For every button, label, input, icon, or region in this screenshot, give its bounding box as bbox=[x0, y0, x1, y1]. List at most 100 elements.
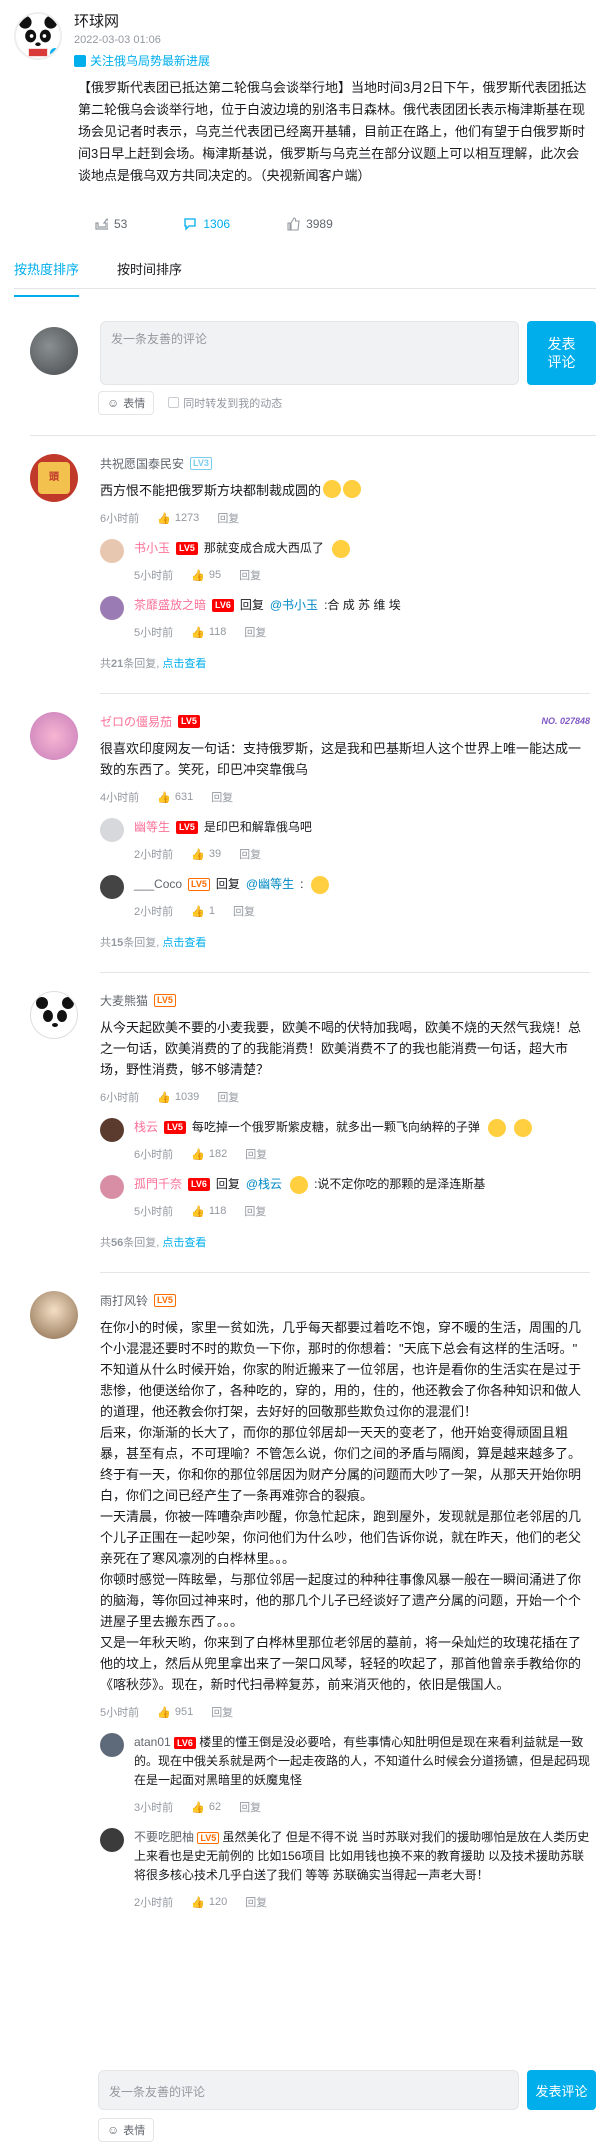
like-button[interactable]: 3989 bbox=[286, 217, 333, 231]
comment-reply-button[interactable]: 回复 bbox=[217, 510, 239, 526]
reply-like-button[interactable]: 👍 1 bbox=[191, 905, 215, 918]
reply-like-button[interactable]: 👍 118 bbox=[191, 626, 226, 639]
avatar[interactable] bbox=[100, 1733, 124, 1757]
emoji-button[interactable]: ☺ 表情 bbox=[98, 391, 155, 415]
author-avatar[interactable] bbox=[14, 12, 62, 60]
reply-button[interactable]: 回复 bbox=[233, 903, 255, 919]
avatar[interactable] bbox=[100, 596, 124, 620]
like-count: 631 bbox=[174, 791, 194, 803]
emoji-icon bbox=[311, 875, 330, 894]
view-more-link[interactable]: 点击查看 bbox=[162, 1237, 206, 1249]
comment-like-button[interactable]: 👍 1273 bbox=[157, 512, 199, 525]
view-more-link[interactable]: 点击查看 bbox=[162, 937, 206, 949]
post-content: 【俄罗斯代表团已抵达第二轮俄乌会谈举行地】当地时间3月2日下午，俄罗斯代表团抵达… bbox=[78, 80, 587, 183]
reply-time: 3小时前 bbox=[134, 1802, 174, 1814]
username[interactable]: atan01 bbox=[134, 1735, 171, 1749]
reply-text: : bbox=[300, 877, 304, 891]
username[interactable]: 书小玉 bbox=[134, 539, 170, 558]
reply-button[interactable]: 回复 bbox=[244, 1203, 266, 1219]
username[interactable]: 幽等生 bbox=[134, 818, 170, 837]
username[interactable]: 孤門千奈 bbox=[134, 1175, 182, 1194]
username[interactable]: 不要吃肥柚 bbox=[134, 1830, 194, 1844]
reply-text: 那就变成合成大西瓜了 bbox=[203, 541, 324, 555]
level-badge: LV6 bbox=[188, 1178, 210, 1191]
like-count: 120 bbox=[208, 1896, 228, 1908]
reply-button[interactable]: 回复 bbox=[239, 1799, 261, 1815]
doge-emoji-icon bbox=[487, 1118, 506, 1137]
avatar[interactable]: 頭 bbox=[30, 454, 78, 502]
thumb-up-icon: 👍 bbox=[157, 512, 171, 525]
avatar[interactable] bbox=[100, 875, 124, 899]
more-prefix: 共 bbox=[100, 937, 111, 949]
follow-topic-link[interactable]: 关注俄乌局势最新进展 bbox=[74, 52, 210, 69]
comment-like-button[interactable]: 👍 951 bbox=[157, 1706, 193, 1719]
doge-emoji-icon bbox=[513, 1118, 532, 1137]
tab-hot[interactable]: 按热度排序 bbox=[14, 259, 80, 297]
checkbox-icon bbox=[168, 397, 180, 408]
level-badge: LV5 bbox=[197, 1832, 220, 1844]
avatar[interactable] bbox=[30, 991, 78, 1039]
comment-button[interactable]: 1306 bbox=[183, 217, 230, 231]
username[interactable]: 栈云 bbox=[134, 1118, 158, 1137]
reply-like-button[interactable]: 👍 95 bbox=[191, 569, 221, 582]
post-author-name[interactable]: 环球网 bbox=[74, 12, 210, 32]
comment-time: 4小时前 bbox=[100, 792, 140, 804]
follow-topic-label: 关注俄乌局势最新进展 bbox=[90, 54, 211, 68]
reply-button[interactable]: 回复 bbox=[245, 1894, 267, 1910]
username[interactable]: 共祝愿国泰民安 bbox=[100, 455, 184, 472]
forward-button[interactable]: 53 bbox=[94, 217, 127, 231]
reply-button[interactable]: 回复 bbox=[244, 624, 266, 640]
comment-text: 西方恨不能把俄罗斯方块都制裁成圆的 bbox=[100, 480, 590, 501]
sync-forward-checkbox[interactable]: 同时转发到我的动态 bbox=[168, 395, 282, 411]
reply-button[interactable]: 回复 bbox=[245, 1146, 267, 1162]
bottom-send-button[interactable]: 发表评论 bbox=[526, 2070, 596, 2110]
avatar[interactable] bbox=[100, 539, 124, 563]
send-comment-button[interactable]: 发表评论 bbox=[526, 321, 596, 385]
reply-text: 楼里的懂王倒是没必要哈，有些事情心知肚明但是现在来看利益就是一致的。现在中俄关系… bbox=[134, 1735, 591, 1787]
avatar[interactable] bbox=[100, 1118, 124, 1142]
username[interactable]: 大麦熊猫 bbox=[100, 992, 148, 1009]
view-more-link[interactable]: 点击查看 bbox=[162, 658, 206, 670]
username[interactable]: ___Coco bbox=[134, 875, 182, 894]
comment-like-button[interactable]: 👍 1039 bbox=[157, 1091, 199, 1104]
reply-item: 孤門千奈 LV6 回复 @栈云 :说不定你吃的那颗的是泽连斯基 5小时前 👍 11… bbox=[100, 1175, 590, 1220]
comment-reply-button[interactable]: 回复 bbox=[217, 1089, 239, 1105]
mention-link[interactable]: @书小玉 bbox=[270, 596, 318, 615]
level-badge: LV5 bbox=[188, 878, 210, 891]
reply-button[interactable]: 回复 bbox=[239, 846, 261, 862]
comment-input[interactable]: 发一条友善的评论 bbox=[100, 321, 519, 385]
thumb-up-icon: 👍 bbox=[191, 569, 205, 582]
post-header: 环球网 2022-03-03 01:06 关注俄乌局势最新进展 bbox=[14, 0, 596, 69]
reply-button[interactable]: 回复 bbox=[239, 567, 261, 583]
comment-reply-button[interactable]: 回复 bbox=[211, 789, 233, 805]
mention-link[interactable]: @幽等生 bbox=[246, 875, 294, 894]
reply-item: 不要吃肥柚 LV5 虽然美化了 但是不得不说 当时苏联对我们的援助哪怕是放在人类… bbox=[100, 1828, 590, 1911]
reply-like-button[interactable]: 👍 39 bbox=[191, 848, 221, 861]
tab-time[interactable]: 按时间排序 bbox=[117, 259, 182, 288]
more-suffix: 条回复, bbox=[123, 1237, 160, 1249]
username[interactable]: 雨打风铃 bbox=[100, 1292, 148, 1309]
comment-time: 6小时前 bbox=[100, 1092, 140, 1104]
username[interactable]: ゼロの僵易茄 bbox=[100, 713, 172, 730]
reply-like-button[interactable]: 👍 120 bbox=[191, 1896, 227, 1909]
avatar[interactable] bbox=[30, 712, 78, 760]
reply-like-button[interactable]: 👍 118 bbox=[191, 1205, 226, 1218]
emoji-button[interactable]: ☺ 表情 bbox=[98, 2118, 155, 2142]
comment-time: 6小时前 bbox=[100, 513, 140, 525]
bottom-comment-input[interactable]: 发一条友善的评论 bbox=[98, 2070, 519, 2110]
avatar[interactable] bbox=[100, 818, 124, 842]
comment-reply-button[interactable]: 回复 bbox=[211, 1704, 233, 1720]
avatar[interactable] bbox=[100, 1175, 124, 1199]
reply-like-button[interactable]: 👍 62 bbox=[191, 1801, 221, 1814]
mention-link[interactable]: @栈云 bbox=[246, 1175, 282, 1194]
avatar[interactable] bbox=[100, 1828, 124, 1852]
comment-time: 5小时前 bbox=[100, 1707, 140, 1719]
username[interactable]: 茶靡盛放之暗 bbox=[134, 596, 206, 615]
comment-editor: 发一条友善的评论 发表评论 bbox=[14, 321, 596, 385]
thumb-up-icon: 👍 bbox=[191, 1205, 205, 1218]
avatar[interactable] bbox=[30, 1291, 78, 1339]
reply-like-button[interactable]: 👍 182 bbox=[191, 1148, 227, 1161]
like-count: 95 bbox=[208, 569, 222, 581]
comment-icon bbox=[184, 218, 197, 231]
comment-like-button[interactable]: 👍 631 bbox=[157, 791, 193, 804]
